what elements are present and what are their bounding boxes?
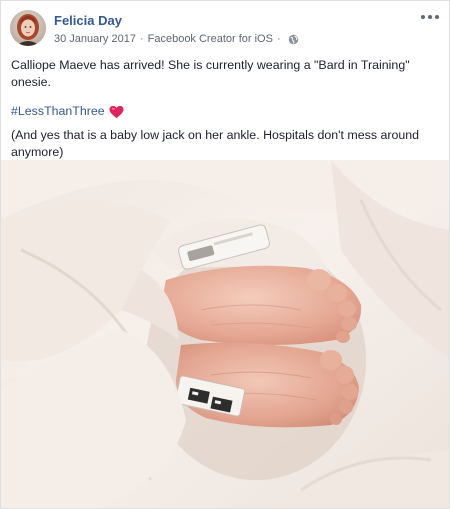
heart-icon bbox=[109, 105, 124, 119]
author-avatar[interactable] bbox=[10, 10, 46, 46]
baby-feet-photo bbox=[1, 160, 449, 508]
post-meta: 30 January 2017 · Facebook Creator for i… bbox=[54, 33, 299, 45]
hashtag-line: #LessThanThree bbox=[11, 103, 439, 120]
avatar-image bbox=[10, 10, 46, 46]
hashtag-link[interactable]: #LessThanThree bbox=[11, 103, 105, 120]
more-options-icon[interactable] bbox=[421, 11, 439, 23]
post-text: Calliope Maeve has arrived! She is curre… bbox=[11, 57, 439, 161]
meta-separator-2: · bbox=[276, 33, 281, 45]
post-source-app[interactable]: Facebook Creator for iOS bbox=[148, 33, 273, 45]
globe-icon[interactable] bbox=[288, 34, 299, 45]
post-photo[interactable] bbox=[1, 160, 449, 508]
more-dot bbox=[421, 15, 425, 19]
facebook-post: Felicia Day 30 January 2017 · Facebook C… bbox=[0, 0, 450, 509]
more-dot bbox=[435, 15, 439, 19]
post-timestamp[interactable]: 30 January 2017 bbox=[54, 33, 136, 45]
post-header: Felicia Day 30 January 2017 · Facebook C… bbox=[1, 1, 449, 53]
author-name[interactable]: Felicia Day bbox=[54, 13, 122, 28]
more-dot bbox=[428, 15, 432, 19]
post-text-line: Calliope Maeve has arrived! She is curre… bbox=[11, 58, 410, 89]
meta-separator: · bbox=[139, 33, 144, 45]
post-text-line: (And yes that is a baby low jack on her … bbox=[11, 128, 420, 159]
